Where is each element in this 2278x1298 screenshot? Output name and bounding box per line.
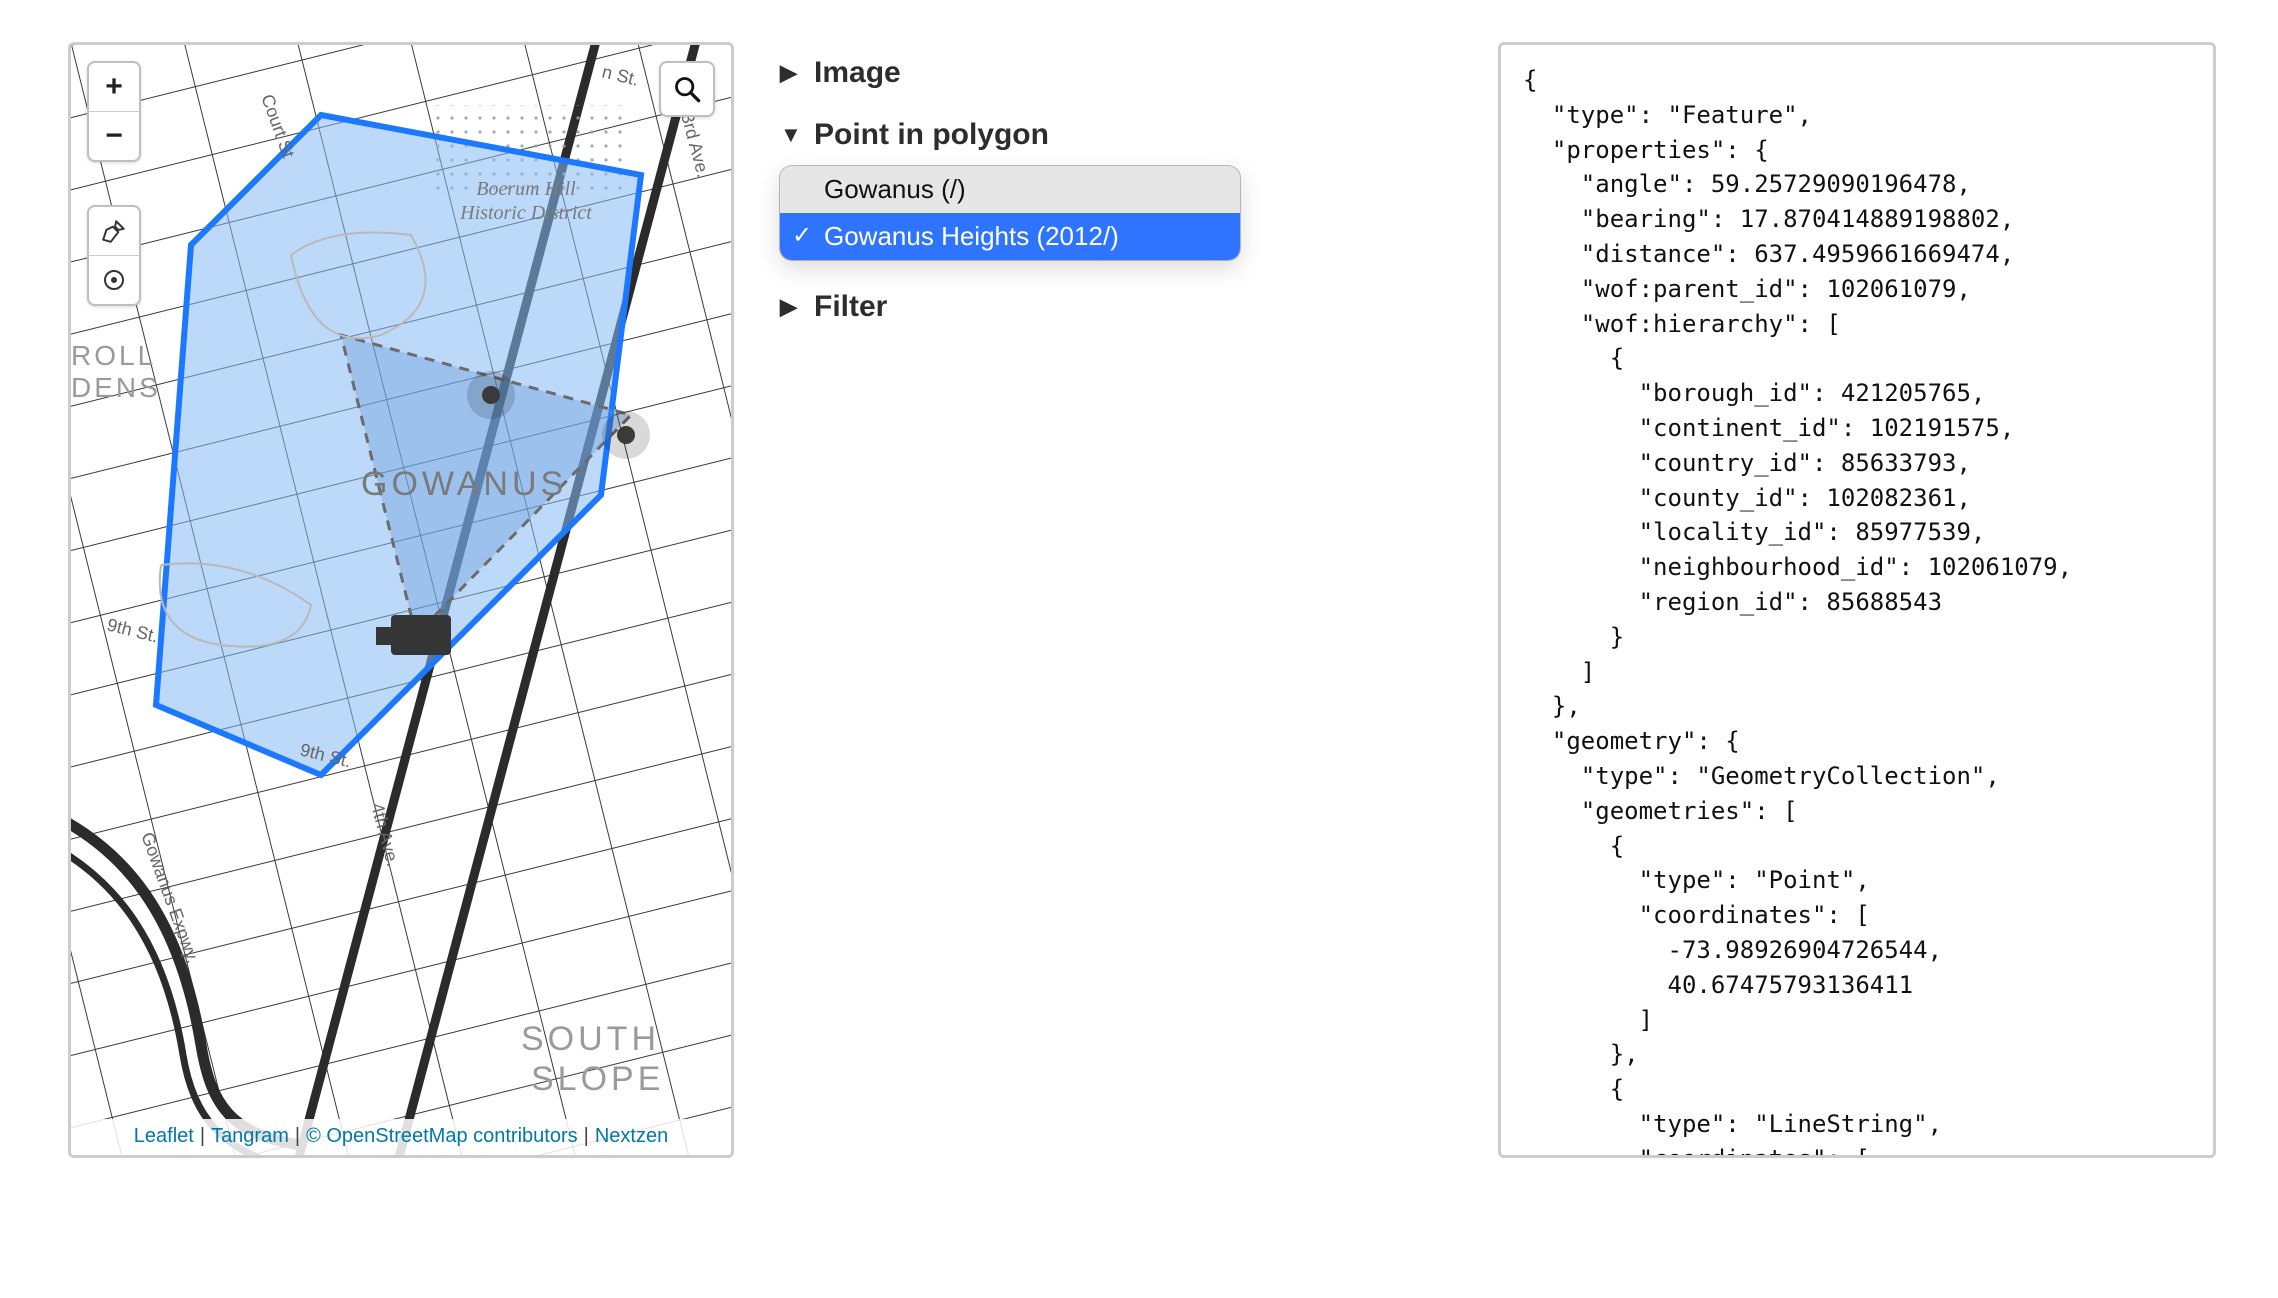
search-button[interactable] [661,63,713,115]
attrib-osm[interactable]: © OpenStreetMap contributors [306,1125,578,1148]
zoom-control: + − [87,61,141,162]
zoom-in-button[interactable]: + [89,63,139,111]
chevron-down-icon [780,122,802,148]
map-label-center: GOWANUS [361,465,567,503]
map-label-left-2: DENS [71,372,161,403]
map-label-left-1: ROLL [71,340,156,371]
map-label-south-2: SLOPE [531,1060,664,1098]
map-attribution: Leaflet | Tangram | © OpenStreetMap cont… [71,1119,731,1155]
map-label-historic-2: Historic District [459,202,592,224]
zoom-out-button[interactable]: − [89,111,139,160]
attrib-sep: | [295,1125,300,1148]
attrib-nextzen[interactable]: Nextzen [595,1125,668,1148]
section-filter-label: Filter [814,290,887,324]
attrib-sep: | [584,1125,589,1148]
target-icon [102,268,126,292]
point-tool-button[interactable] [89,255,139,304]
attrib-sep: | [200,1125,205,1148]
section-image-label: Image [814,56,901,90]
section-filter[interactable]: Filter [780,284,1320,346]
dropdown-option-0[interactable]: Gowanus (/) [780,166,1240,213]
geojson-text: { "type": "Feature", "properties": { "an… [1501,45,2213,1158]
edit-tools-control [87,205,141,306]
broom-icon [101,218,127,244]
controls-column: Image Point in polygon Gowanus (/) Gowan… [780,50,1320,346]
map-label-south-1: SOUTH [521,1020,660,1058]
attrib-tangram[interactable]: Tangram [211,1125,289,1148]
pip-layer-dropdown[interactable]: Gowanus (/) Gowanus Heights (2012/) [780,166,1240,260]
attrib-leaflet[interactable]: Leaflet [134,1125,194,1148]
clear-tool-button[interactable] [89,207,139,255]
section-point-in-polygon[interactable]: Point in polygon [780,112,1320,174]
chevron-right-icon [780,294,802,320]
chevron-right-icon [780,60,802,86]
search-control [659,61,715,117]
map-tiles: GOWANUS Boerum Hill Historic District SO… [71,45,731,1155]
section-pip-label: Point in polygon [814,118,1049,152]
section-image[interactable]: Image [780,50,1320,112]
map-panel[interactable]: GOWANUS Boerum Hill Historic District SO… [68,42,734,1158]
map-label-historic-1: Boerum Hill [476,178,576,200]
search-icon [673,75,701,103]
dropdown-option-1[interactable]: Gowanus Heights (2012/) [780,213,1240,260]
geojson-panel[interactable]: { "type": "Feature", "properties": { "an… [1498,42,2216,1158]
